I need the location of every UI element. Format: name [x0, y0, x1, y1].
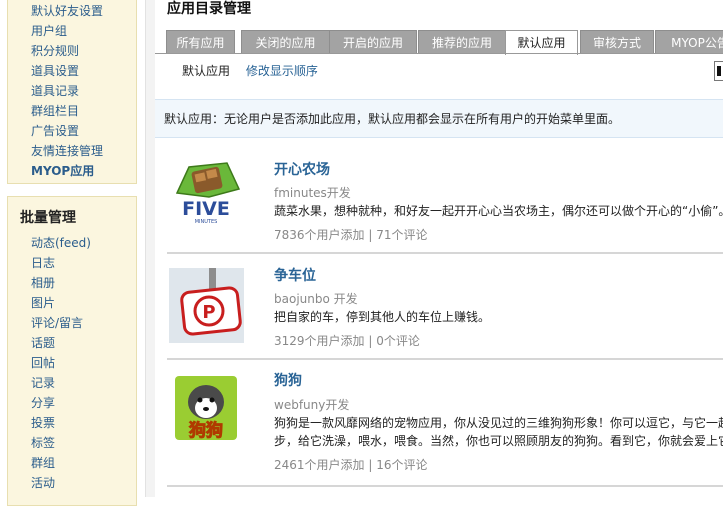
app-icon-text: 狗狗: [189, 420, 223, 441]
notice-banner: 默认应用：无论用户是否添加此应用，默认应用都会显示在所有用户的开始菜单里面。: [155, 99, 723, 138]
app-stats: 7836个用户添加 | 71个评论: [274, 228, 428, 242]
app-separator: [167, 485, 723, 487]
sidebar-item-topics[interactable]: 话题: [31, 333, 136, 353]
sidebar-item-events[interactable]: 活动: [31, 473, 136, 493]
subnav: 默认应用 修改显示顺序: [182, 63, 330, 79]
app-item: FIVE MINUTES 开心农场 fminutes开发 蔬菜水果，想种就种，和…: [167, 140, 723, 252]
tab-myop-notice[interactable]: MYOP公告: [655, 30, 723, 54]
app-description: 蔬菜水果，想种就种，和好友一起开开心心当农场主，偶尔还可以做个开心的“小偷”。: [274, 204, 723, 218]
app-developer: webfuny开发: [274, 398, 350, 412]
sidebar-batch-list: 动态(feed) 日志 相册 图片 评论/留言 话题 回帖 记录 分享 投票 标…: [8, 233, 136, 493]
sidebar-item-user-groups[interactable]: 用户组: [31, 21, 136, 41]
app-icon-subtext: MINUTES: [195, 219, 218, 225]
tab-default-apps[interactable]: 默认应用: [505, 30, 578, 55]
sidebar-item-default-friends[interactable]: 默认好友设置: [31, 1, 136, 21]
sidebar-batch-panel: 批量管理 动态(feed) 日志 相册 图片 评论/留言 话题 回帖 记录 分享…: [7, 196, 137, 506]
tab-bar-underline: [155, 53, 723, 54]
app-description: 把自家的车，停到其他人的车位上赚钱。: [274, 310, 491, 324]
app-description: 狗狗是一款风靡网络的宠物应用，你从没见过的三维狗狗形象！你可以逗它，与它一起散步…: [274, 416, 723, 448]
sidebar-item-feed[interactable]: 动态(feed): [31, 233, 136, 253]
tab-recommended-apps[interactable]: 推荐的应用: [418, 30, 506, 54]
sidebar-item-shares[interactable]: 分享: [31, 393, 136, 413]
app-item: 狗狗 狗狗 webfuny开发 狗狗是一款风靡网络的宠物应用，你从没见过的三维狗…: [167, 360, 723, 485]
sidebar-item-group-columns[interactable]: 群组栏目: [31, 101, 136, 121]
tab-all-apps[interactable]: 所有应用: [166, 30, 235, 54]
sidebar-settings-panel: 默认好友设置 用户组 积分规则 道具设置 道具记录 群组栏目 广告设置 友情连接…: [7, 0, 137, 184]
page-title: 应用目录管理: [167, 1, 251, 17]
sidebar-divider: [145, 0, 155, 497]
sidebar-item-album[interactable]: 相册: [31, 273, 136, 293]
sidebar-item-props-settings[interactable]: 道具设置: [31, 61, 136, 81]
sidebar-item-credit-rules[interactable]: 积分规则: [31, 41, 136, 61]
tab-review-method[interactable]: 审核方式: [580, 30, 654, 54]
husky-dog-icon[interactable]: 狗狗: [169, 372, 244, 447]
sidebar-batch-title: 批量管理: [20, 210, 76, 226]
app-name[interactable]: 狗狗: [274, 370, 302, 390]
five-minutes-farm-icon[interactable]: FIVE MINUTES: [169, 153, 244, 228]
subnav-current: 默认应用: [182, 64, 231, 78]
sidebar-item-groups[interactable]: 群组: [31, 453, 136, 473]
sidebar-item-props-records[interactable]: 道具记录: [31, 81, 136, 101]
sidebar-item-blog[interactable]: 日志: [31, 253, 136, 273]
parking-sign-icon[interactable]: P: [169, 268, 244, 343]
app-icon-text: P: [202, 302, 215, 323]
sidebar-settings-list: 默认好友设置 用户组 积分规则 道具设置 道具记录 群组栏目 广告设置 友情连接…: [8, 0, 136, 181]
app-developer: baojunbo 开发: [274, 292, 358, 306]
tab-bar: 所有应用 关闭的应用 开启的应用 推荐的应用 默认应用 审核方式 MYOP公告: [166, 30, 723, 55]
sidebar-item-polls[interactable]: 投票: [31, 413, 136, 433]
sidebar-item-ad-settings[interactable]: 广告设置: [31, 121, 136, 141]
tab-open-apps[interactable]: 开启的应用: [329, 30, 417, 54]
subnav-edit-order-link[interactable]: 修改显示顺序: [246, 64, 318, 78]
app-stats: 2461个用户添加 | 16个评论: [274, 458, 428, 472]
sidebar-item-myop-apps[interactable]: MYOP应用: [31, 161, 136, 181]
sidebar-item-pictures[interactable]: 图片: [31, 293, 136, 313]
tab-closed-apps[interactable]: 关闭的应用: [241, 30, 330, 54]
app-stats: 3129个用户添加 | 0个评论: [274, 334, 420, 348]
app-developer: fminutes开发: [274, 186, 351, 200]
main-content: 应用目录管理 所有应用 关闭的应用 开启的应用 推荐的应用 默认应用 审核方式 …: [155, 0, 723, 497]
sidebar-item-friend-links[interactable]: 友情连接管理: [31, 141, 136, 161]
app-name[interactable]: 争车位: [274, 265, 316, 285]
sidebar-item-tags[interactable]: 标签: [31, 433, 136, 453]
sidebar-item-comments[interactable]: 评论/留言: [31, 313, 136, 333]
sidebar: 默认好友设置 用户组 积分规则 道具设置 道具记录 群组栏目 广告设置 友情连接…: [0, 0, 145, 506]
app-name[interactable]: 开心农场: [274, 159, 330, 179]
subnav-search-input[interactable]: [714, 61, 723, 81]
app-icon-text: FIVE: [182, 198, 230, 220]
app-item: P 争车位 baojunbo 开发 把自家的车，停到其他人的车位上赚钱。 312…: [167, 254, 723, 358]
sidebar-item-records[interactable]: 记录: [31, 373, 136, 393]
sidebar-item-replies[interactable]: 回帖: [31, 353, 136, 373]
